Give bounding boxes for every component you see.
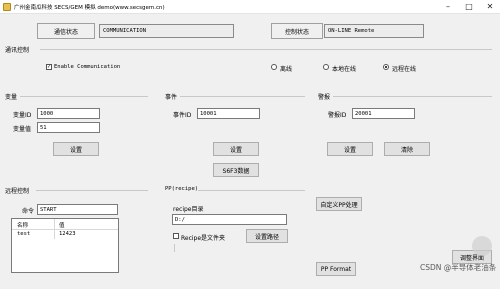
recipe-is-folder-checkbox[interactable] — [173, 233, 179, 239]
pp-title: PP(recipe) — [165, 186, 199, 192]
control-state-button[interactable]: 控制状态 — [271, 23, 323, 39]
variable-id-label: 变量ID — [13, 112, 32, 119]
param-table[interactable]: 名称 值 test 12423 — [11, 218, 119, 273]
alarm-divider — [333, 96, 492, 97]
watermark-text: CSDN @半导体老油条 — [420, 263, 497, 272]
table-header-value: 值 — [59, 223, 65, 229]
custom-pp-button[interactable]: 自定义PP处理 — [316, 197, 362, 211]
recipe-is-folder-label: Recipe是文件夹 — [181, 235, 226, 242]
maximize-icon[interactable]: □ — [461, 1, 477, 12]
table-header-divider — [12, 229, 118, 230]
table-cell-name: test — [17, 231, 31, 237]
window-title: 广州金南瓜科技 SECS/GEM 模拟 demo(www.secsgem.cn) — [14, 5, 165, 11]
app-icon — [3, 3, 11, 11]
variable-value-label: 变量值 — [13, 126, 32, 133]
radio-offline[interactable] — [271, 64, 277, 70]
variable-id-input[interactable]: 1000 — [37, 108, 100, 119]
command-input[interactable]: START — [37, 204, 118, 215]
table-column-divider — [54, 219, 55, 239]
minimize-icon[interactable]: – — [440, 1, 456, 12]
pp-format-button[interactable]: PP Format — [316, 262, 356, 276]
enable-comm-label: Enable Communication — [54, 64, 121, 70]
variable-divider — [20, 96, 148, 97]
comm-state-button[interactable]: 通信状态 — [37, 23, 95, 39]
event-id-input[interactable]: 10001 — [197, 108, 260, 119]
alarm-clear-button[interactable]: 清除 — [384, 142, 430, 156]
pp-divider — [198, 190, 305, 191]
table-cell-value: 12423 — [59, 231, 76, 237]
control-state-field: ON-LINE Remote — [324, 24, 424, 38]
event-divider — [180, 96, 305, 97]
alarm-set-button[interactable]: 设置 — [327, 142, 373, 156]
pp-left-edge — [174, 244, 175, 252]
close-icon[interactable]: ✕ — [482, 1, 498, 12]
remote-control-title: 远程控制 — [5, 188, 30, 195]
recipe-dir-input[interactable]: D:/ — [172, 214, 287, 225]
radio-remote-online-label: 远程在线 — [392, 66, 417, 73]
alarm-title: 警报 — [318, 94, 331, 101]
s6f3-data-button[interactable]: S6F3数据 — [213, 163, 259, 177]
table-header-name: 名称 — [17, 223, 29, 229]
event-set-button[interactable]: 设置 — [213, 142, 259, 156]
alarm-id-label: 警报ID — [328, 112, 347, 119]
command-label: 命令 — [22, 208, 35, 215]
comm-control-title: 通讯控制 — [5, 47, 30, 54]
radio-local-online[interactable] — [323, 64, 329, 70]
set-path-button[interactable]: 设置路径 — [246, 229, 288, 243]
variable-value-input[interactable]: 51 — [37, 122, 100, 133]
variable-title: 变量 — [5, 94, 18, 101]
variable-set-button[interactable]: 设置 — [53, 142, 99, 156]
comm-state-field: COMMUNICATION — [99, 24, 234, 38]
radio-offline-label: 离线 — [280, 66, 293, 73]
recipe-dir-label: recipe目录 — [173, 206, 204, 213]
alarm-id-input[interactable]: 20001 — [352, 108, 415, 119]
remote-control-divider — [36, 190, 148, 191]
radio-local-online-label: 本地在线 — [332, 66, 357, 73]
comm-control-divider — [40, 49, 492, 50]
watermark-paw-icon — [472, 236, 492, 256]
radio-remote-online[interactable] — [383, 64, 389, 70]
enable-comm-checkbox[interactable]: ✓ — [46, 64, 52, 70]
event-title: 事件 — [165, 94, 178, 101]
event-id-label: 事件ID — [173, 112, 192, 119]
